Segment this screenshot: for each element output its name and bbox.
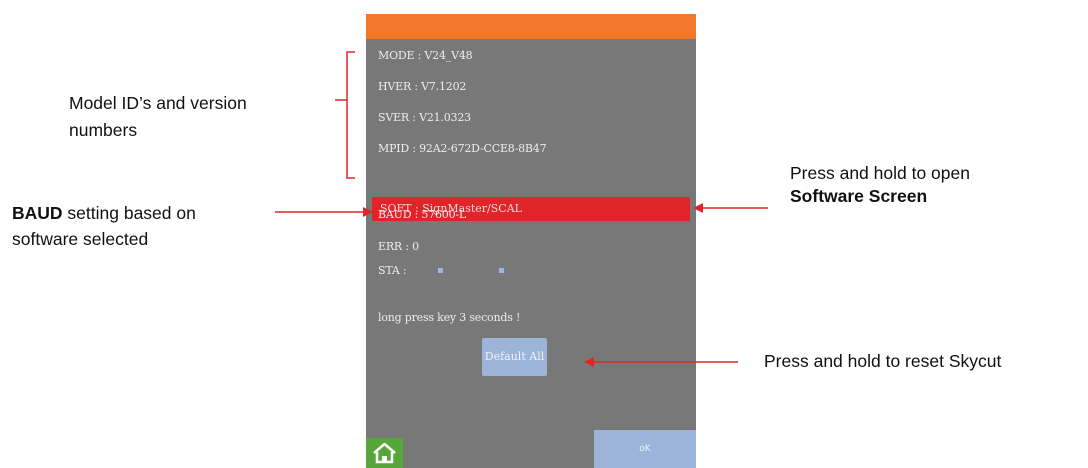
model-bracket bbox=[342, 51, 355, 179]
annotation-overlay bbox=[275, 51, 768, 367]
